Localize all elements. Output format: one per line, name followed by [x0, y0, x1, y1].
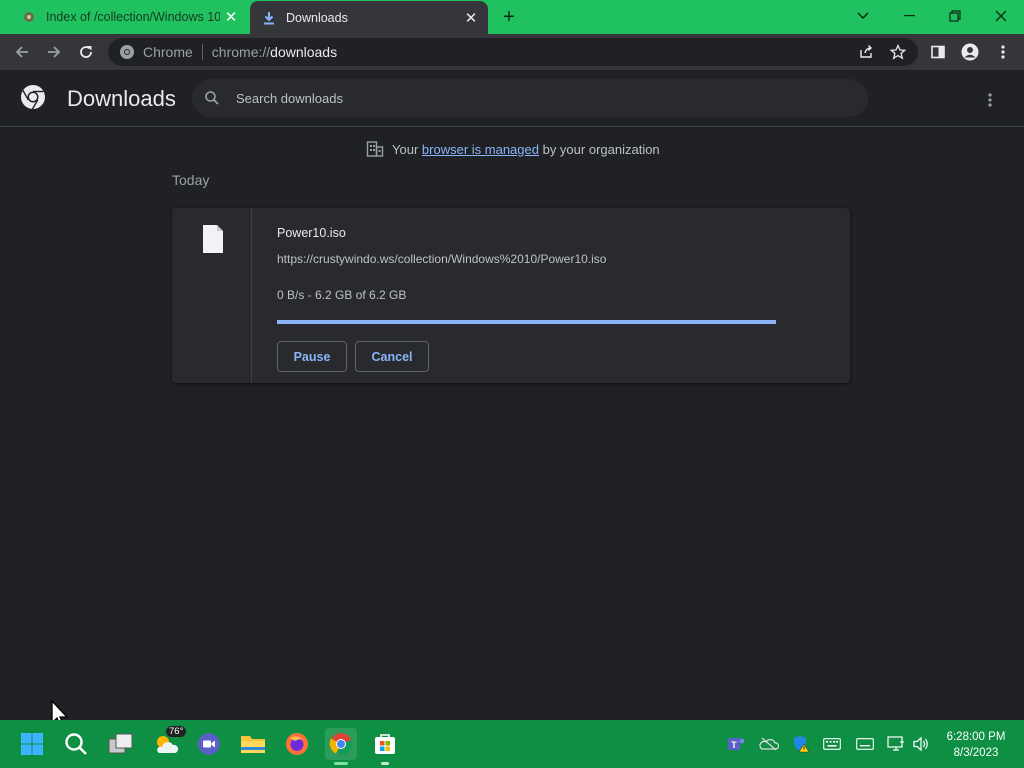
restore-button[interactable]: [932, 3, 978, 29]
file-icon-column: [172, 208, 252, 383]
display-network-icon[interactable]: [885, 732, 907, 756]
minimize-button[interactable]: [886, 3, 932, 29]
menu-dots-icon[interactable]: [990, 39, 1016, 65]
browser-managed-link[interactable]: browser is managed: [422, 142, 539, 157]
more-actions-icon[interactable]: [978, 88, 1002, 112]
close-icon[interactable]: ✕: [460, 7, 482, 29]
file-name[interactable]: Power10.iso: [277, 226, 346, 240]
url-host: downloads: [270, 44, 338, 60]
profile-avatar[interactable]: [957, 39, 983, 65]
back-button[interactable]: [9, 39, 35, 65]
tab-title: Downloads: [286, 11, 348, 25]
open-app-indicator: [381, 762, 389, 765]
reload-button[interactable]: [73, 39, 99, 65]
chrome-icon: [119, 44, 135, 60]
video-call-icon[interactable]: [193, 728, 225, 760]
building-icon: [366, 140, 384, 158]
firefox-icon[interactable]: [281, 728, 313, 760]
new-tab-button[interactable]: +: [498, 6, 520, 28]
volume-icon[interactable]: [910, 732, 932, 756]
system-clock[interactable]: 6:28:00 PM 8/3/2023: [938, 729, 1014, 761]
download-progress-bar: [277, 320, 776, 324]
file-url[interactable]: https://crustywindo.ws/collection/Window…: [277, 252, 606, 266]
clock-time: 6:28:00 PM: [946, 731, 1006, 743]
close-icon[interactable]: ✕: [220, 6, 242, 28]
chrome-taskbar-icon[interactable]: [325, 728, 357, 765]
weather-icon[interactable]: 76°: [150, 726, 187, 760]
side-panel-icon[interactable]: [925, 39, 951, 65]
managed-prefix: Your: [392, 141, 419, 157]
active-app-indicator: [334, 762, 348, 765]
download-item: Power10.iso https://crustywindo.ws/colle…: [172, 208, 850, 383]
tab-title: Index of /collection/Windows 10: [46, 10, 220, 24]
teams-tray-icon[interactable]: T: [725, 732, 747, 756]
tab-search-icon[interactable]: [840, 3, 886, 29]
taskbar: 76° T 6:28:00 PM 8/3/2023: [0, 720, 1024, 768]
touch-keyboard-icon[interactable]: [854, 732, 876, 756]
url-scheme: chrome://: [211, 44, 271, 60]
start-button[interactable]: [16, 728, 48, 760]
store-icon[interactable]: [369, 728, 401, 765]
file-explorer-icon[interactable]: [237, 728, 269, 760]
search-input[interactable]: Search downloads: [236, 91, 343, 106]
page-title: Downloads: [67, 86, 176, 111]
clock-date: 8/3/2023: [953, 747, 999, 759]
close-window-button[interactable]: [978, 3, 1024, 29]
browser-toolbar: Chrome chrome:// downloads: [0, 34, 1024, 70]
security-warning-icon[interactable]: [790, 732, 812, 756]
keyboard-icon[interactable]: [821, 732, 843, 756]
chrome-logo-icon: [20, 84, 46, 110]
tab-downloads[interactable]: Downloads ✕: [250, 1, 488, 35]
site-chip: Chrome: [143, 44, 193, 60]
title-bar: Index of /collection/Windows 10 ✕ Downlo…: [0, 0, 1024, 35]
download-icon: [262, 11, 276, 25]
downloads-header: Downloads Search downloads: [0, 70, 1024, 127]
file-icon: [202, 224, 224, 254]
search-icon[interactable]: [60, 728, 92, 760]
forward-button[interactable]: [41, 39, 67, 65]
page-favicon-icon: [22, 10, 36, 24]
onedrive-offline-icon[interactable]: [758, 732, 780, 756]
cancel-button[interactable]: Cancel: [355, 341, 429, 372]
svg-text:T: T: [731, 740, 737, 750]
share-icon[interactable]: [853, 39, 879, 65]
date-section-header: Today: [172, 172, 210, 188]
address-bar[interactable]: Chrome chrome:// downloads: [108, 38, 918, 66]
download-status: 0 B/s - 6.2 GB of 6.2 GB: [277, 288, 407, 302]
progress-fill: [277, 320, 776, 324]
search-downloads-field[interactable]: Search downloads: [192, 79, 868, 117]
managed-suffix: by your organization: [542, 141, 660, 157]
weather-temperature: 76°: [166, 726, 187, 737]
search-icon: [204, 90, 220, 106]
tab-index-collection[interactable]: Index of /collection/Windows 10 ✕: [0, 0, 248, 34]
divider: [201, 44, 203, 60]
bookmark-star-icon[interactable]: [885, 39, 911, 65]
task-view-icon[interactable]: [105, 728, 137, 760]
managed-notice: Your browser is managed by your organiza…: [366, 140, 660, 158]
pause-button[interactable]: Pause: [277, 341, 347, 372]
